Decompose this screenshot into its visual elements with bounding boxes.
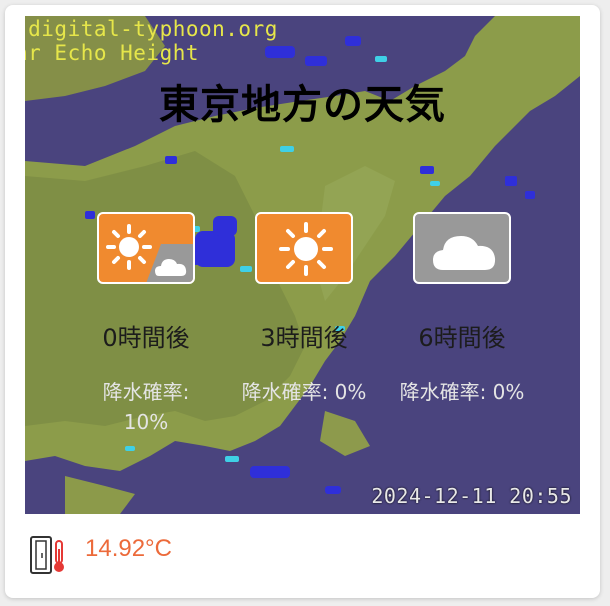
map-watermark-url: .digital-typhoon.org xyxy=(25,17,278,41)
forecast-precip-0: 降水確率: 10% xyxy=(102,380,190,434)
page-title: 東京地方の天気 xyxy=(159,82,446,128)
sun-cloud-icon xyxy=(97,212,195,284)
map-watermark-label: ar Echo Height xyxy=(25,41,200,65)
forecast-precip-6: 降水確率: 0% xyxy=(399,380,525,404)
map-timestamp: 2024-12-11 20:55 xyxy=(371,484,572,508)
door-thermometer-icon xyxy=(29,535,69,579)
forecast-item-0: 0時間後 降水確率: 10% xyxy=(66,212,226,437)
forecast-time-0: 0時間後 xyxy=(102,324,190,352)
forecast-precip-3: 降水確率: 0% xyxy=(241,380,367,404)
forecast-time-6: 6時間後 xyxy=(418,324,506,352)
cloud-icon xyxy=(413,212,511,284)
temperature-value: 14.92°C xyxy=(85,535,172,562)
sun-icon xyxy=(255,212,353,284)
weather-card: .digital-typhoon.org ar Echo Height 東京地方… xyxy=(5,5,600,598)
forecast-time-3: 3時間後 xyxy=(260,324,348,352)
forecast-item-3: 3時間後 降水確率: 0% xyxy=(224,212,384,407)
radar-map: .digital-typhoon.org ar Echo Height 東京地方… xyxy=(25,16,580,514)
forecast-item-6: 6時間後 降水確率: 0% xyxy=(382,212,542,407)
